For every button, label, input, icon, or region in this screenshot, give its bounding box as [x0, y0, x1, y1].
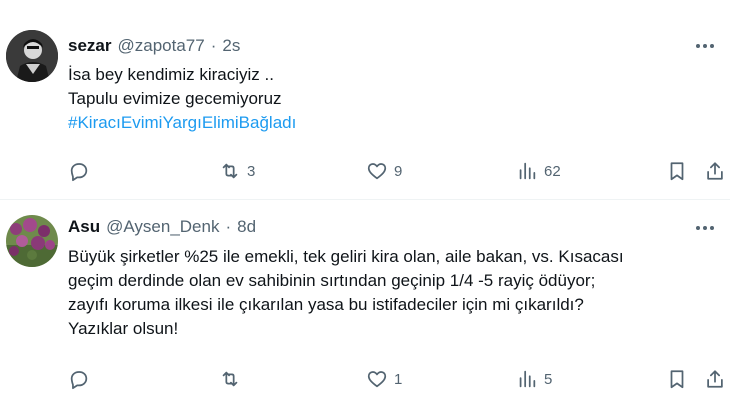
tweet-text-line: zayıfı koruma ilkesi ile çıkarılan yasa …: [68, 295, 584, 314]
separator-dot: ·: [225, 217, 232, 236]
share-button[interactable]: [704, 365, 726, 393]
views-count: 5: [544, 370, 553, 388]
reply-button[interactable]: [68, 365, 96, 393]
timestamp[interactable]: 8d: [237, 217, 256, 237]
views-button[interactable]: 5: [516, 365, 552, 393]
tweet-text: Büyük şirketler %25 ile emekli, tek geli…: [68, 245, 624, 341]
author-name[interactable]: Asu: [68, 217, 100, 237]
heart-icon: [367, 371, 387, 388]
like-button[interactable]: 1: [366, 365, 402, 393]
reply-icon: [70, 371, 88, 390]
avatar[interactable]: [6, 215, 58, 267]
bookmark-button[interactable]: [666, 365, 688, 393]
author-handle[interactable]: @Aysen_Denk: [106, 217, 219, 237]
tweet-text-line: Yazıklar olsun!: [68, 319, 179, 338]
tweet-text-line: geçim derdinde olan ev sahibinin sırtınd…: [68, 271, 596, 290]
more-horizontal-icon[interactable]: [692, 218, 718, 238]
retweet-icon: [222, 371, 238, 387]
retweet-button[interactable]: [219, 365, 247, 393]
tweet[interactable]: Asu @Aysen_Denk · 8d Büyük şirketler %25…: [0, 0, 730, 420]
share-icon: [707, 370, 723, 388]
views-chart-icon: [519, 370, 536, 388]
tweet-header: Asu @Aysen_Denk · 8d: [68, 215, 256, 239]
bookmark-icon: [670, 370, 684, 389]
like-count: 1: [394, 370, 403, 388]
tweet-actions: 1 5: [68, 365, 730, 393]
tweet-text-line: Büyük şirketler %25 ile emekli, tek geli…: [68, 247, 624, 266]
